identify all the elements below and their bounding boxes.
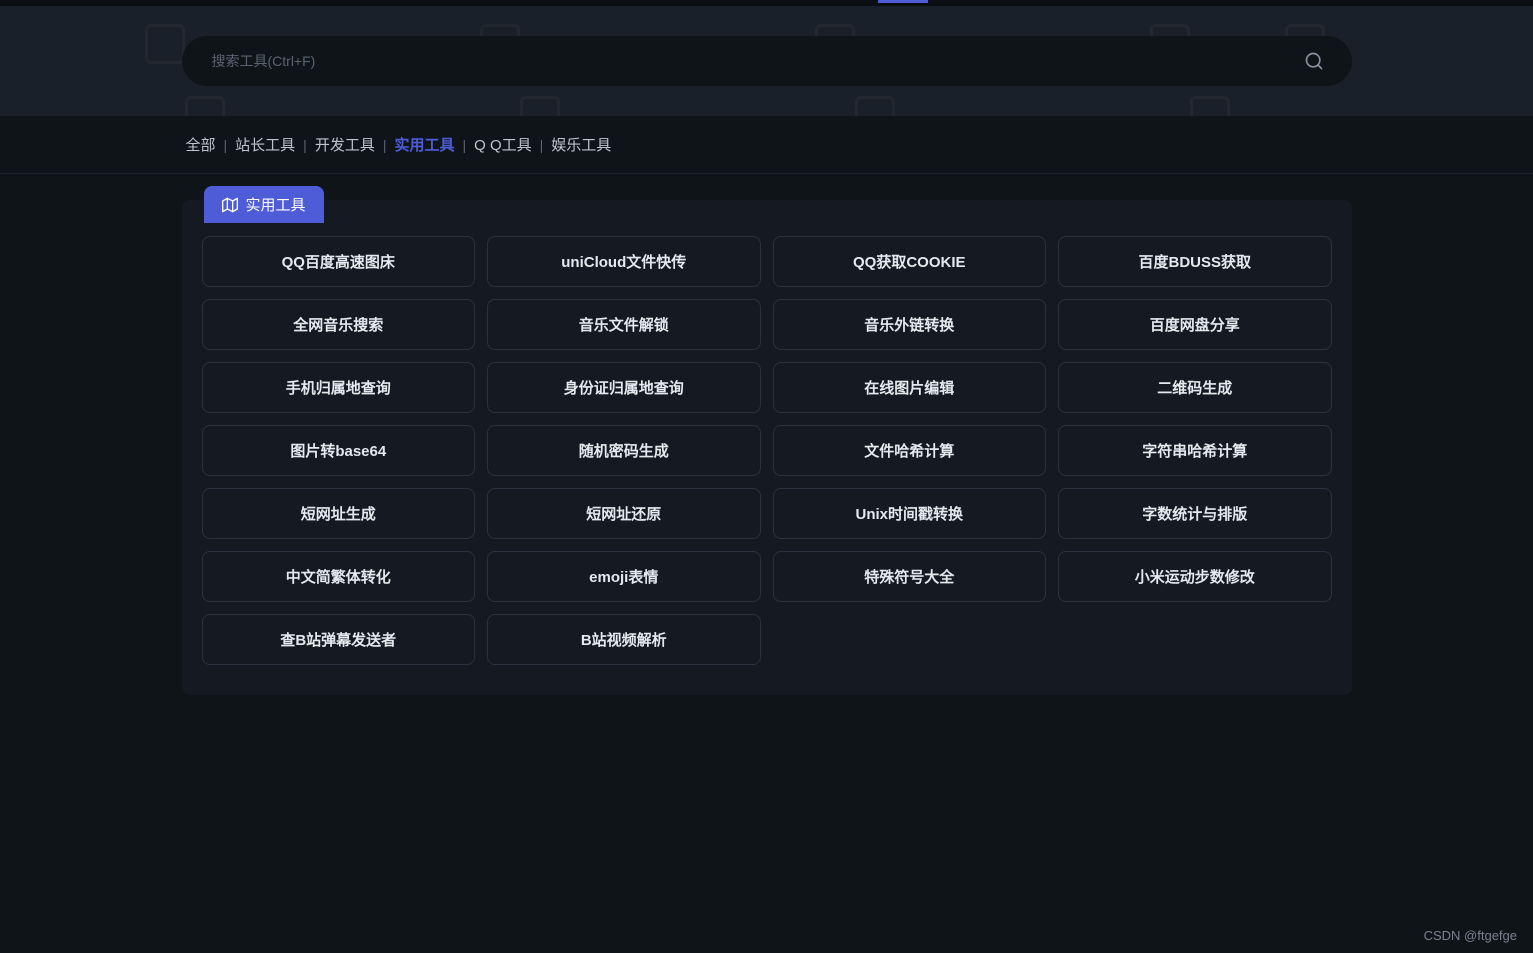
tool-card[interactable]: emoji表情 xyxy=(487,551,761,602)
tool-card[interactable]: QQ获取COOKIE xyxy=(773,236,1047,287)
category-tab: 实用工具 xyxy=(204,186,324,223)
tool-card[interactable]: 随机密码生成 xyxy=(487,425,761,476)
search-input[interactable] xyxy=(202,53,1296,69)
watermark: CSDN @ftgefge xyxy=(1424,928,1517,943)
nav-separator: | xyxy=(383,137,387,153)
tools-grid: QQ百度高速图床uniCloud文件快传QQ获取COOKIE百度BDUSS获取全… xyxy=(182,200,1352,675)
tool-card[interactable]: 在线图片编辑 xyxy=(773,362,1047,413)
tool-card[interactable]: Unix时间戳转换 xyxy=(773,488,1047,539)
nav-separator: | xyxy=(462,137,466,153)
nav-item-0[interactable]: 全部 xyxy=(182,132,220,157)
tool-card[interactable]: 短网址还原 xyxy=(487,488,761,539)
nav-item-5[interactable]: 娱乐工具 xyxy=(547,132,615,157)
search-icon xyxy=(1304,51,1324,71)
tool-card[interactable]: B站视频解析 xyxy=(487,614,761,665)
nav-item-3[interactable]: 实用工具 xyxy=(390,132,458,157)
tool-card[interactable]: 字数统计与排版 xyxy=(1058,488,1332,539)
tool-card[interactable]: 全网音乐搜索 xyxy=(202,299,476,350)
main-panel: 实用工具 QQ百度高速图床uniCloud文件快传QQ获取COOKIE百度BDU… xyxy=(182,200,1352,695)
tool-card[interactable]: 文件哈希计算 xyxy=(773,425,1047,476)
tool-card[interactable]: 中文简繁体转化 xyxy=(202,551,476,602)
nav-separator: | xyxy=(540,137,544,153)
category-nav: 全部 | 站长工具 | 开发工具 | 实用工具 | Q Q工具 | 娱乐工具 xyxy=(0,116,1533,174)
tool-card[interactable]: 二维码生成 xyxy=(1058,362,1332,413)
search-bar xyxy=(182,36,1352,86)
tool-card[interactable]: 百度BDUSS获取 xyxy=(1058,236,1332,287)
tool-card[interactable]: 短网址生成 xyxy=(202,488,476,539)
top-indicator xyxy=(878,0,928,3)
map-icon xyxy=(222,197,238,213)
category-label: 实用工具 xyxy=(246,194,306,215)
tool-card[interactable]: 图片转base64 xyxy=(202,425,476,476)
tool-card[interactable]: 小米运动步数修改 xyxy=(1058,551,1332,602)
tool-card[interactable]: uniCloud文件快传 xyxy=(487,236,761,287)
tool-card[interactable]: 手机归属地查询 xyxy=(202,362,476,413)
nav-separator: | xyxy=(303,137,307,153)
nav-item-4[interactable]: Q Q工具 xyxy=(470,132,536,157)
tool-card[interactable]: 特殊符号大全 xyxy=(773,551,1047,602)
tool-card[interactable]: 身份证归属地查询 xyxy=(487,362,761,413)
search-section xyxy=(0,6,1533,116)
tool-card[interactable]: QQ百度高速图床 xyxy=(202,236,476,287)
nav-item-1[interactable]: 站长工具 xyxy=(231,132,299,157)
tool-card[interactable]: 字符串哈希计算 xyxy=(1058,425,1332,476)
tool-card[interactable]: 查B站弹幕发送者 xyxy=(202,614,476,665)
tool-card[interactable]: 百度网盘分享 xyxy=(1058,299,1332,350)
nav-item-2[interactable]: 开发工具 xyxy=(311,132,379,157)
nav-separator: | xyxy=(224,137,228,153)
search-button[interactable] xyxy=(1296,43,1332,79)
tool-card[interactable]: 音乐外链转换 xyxy=(773,299,1047,350)
tool-card[interactable]: 音乐文件解锁 xyxy=(487,299,761,350)
